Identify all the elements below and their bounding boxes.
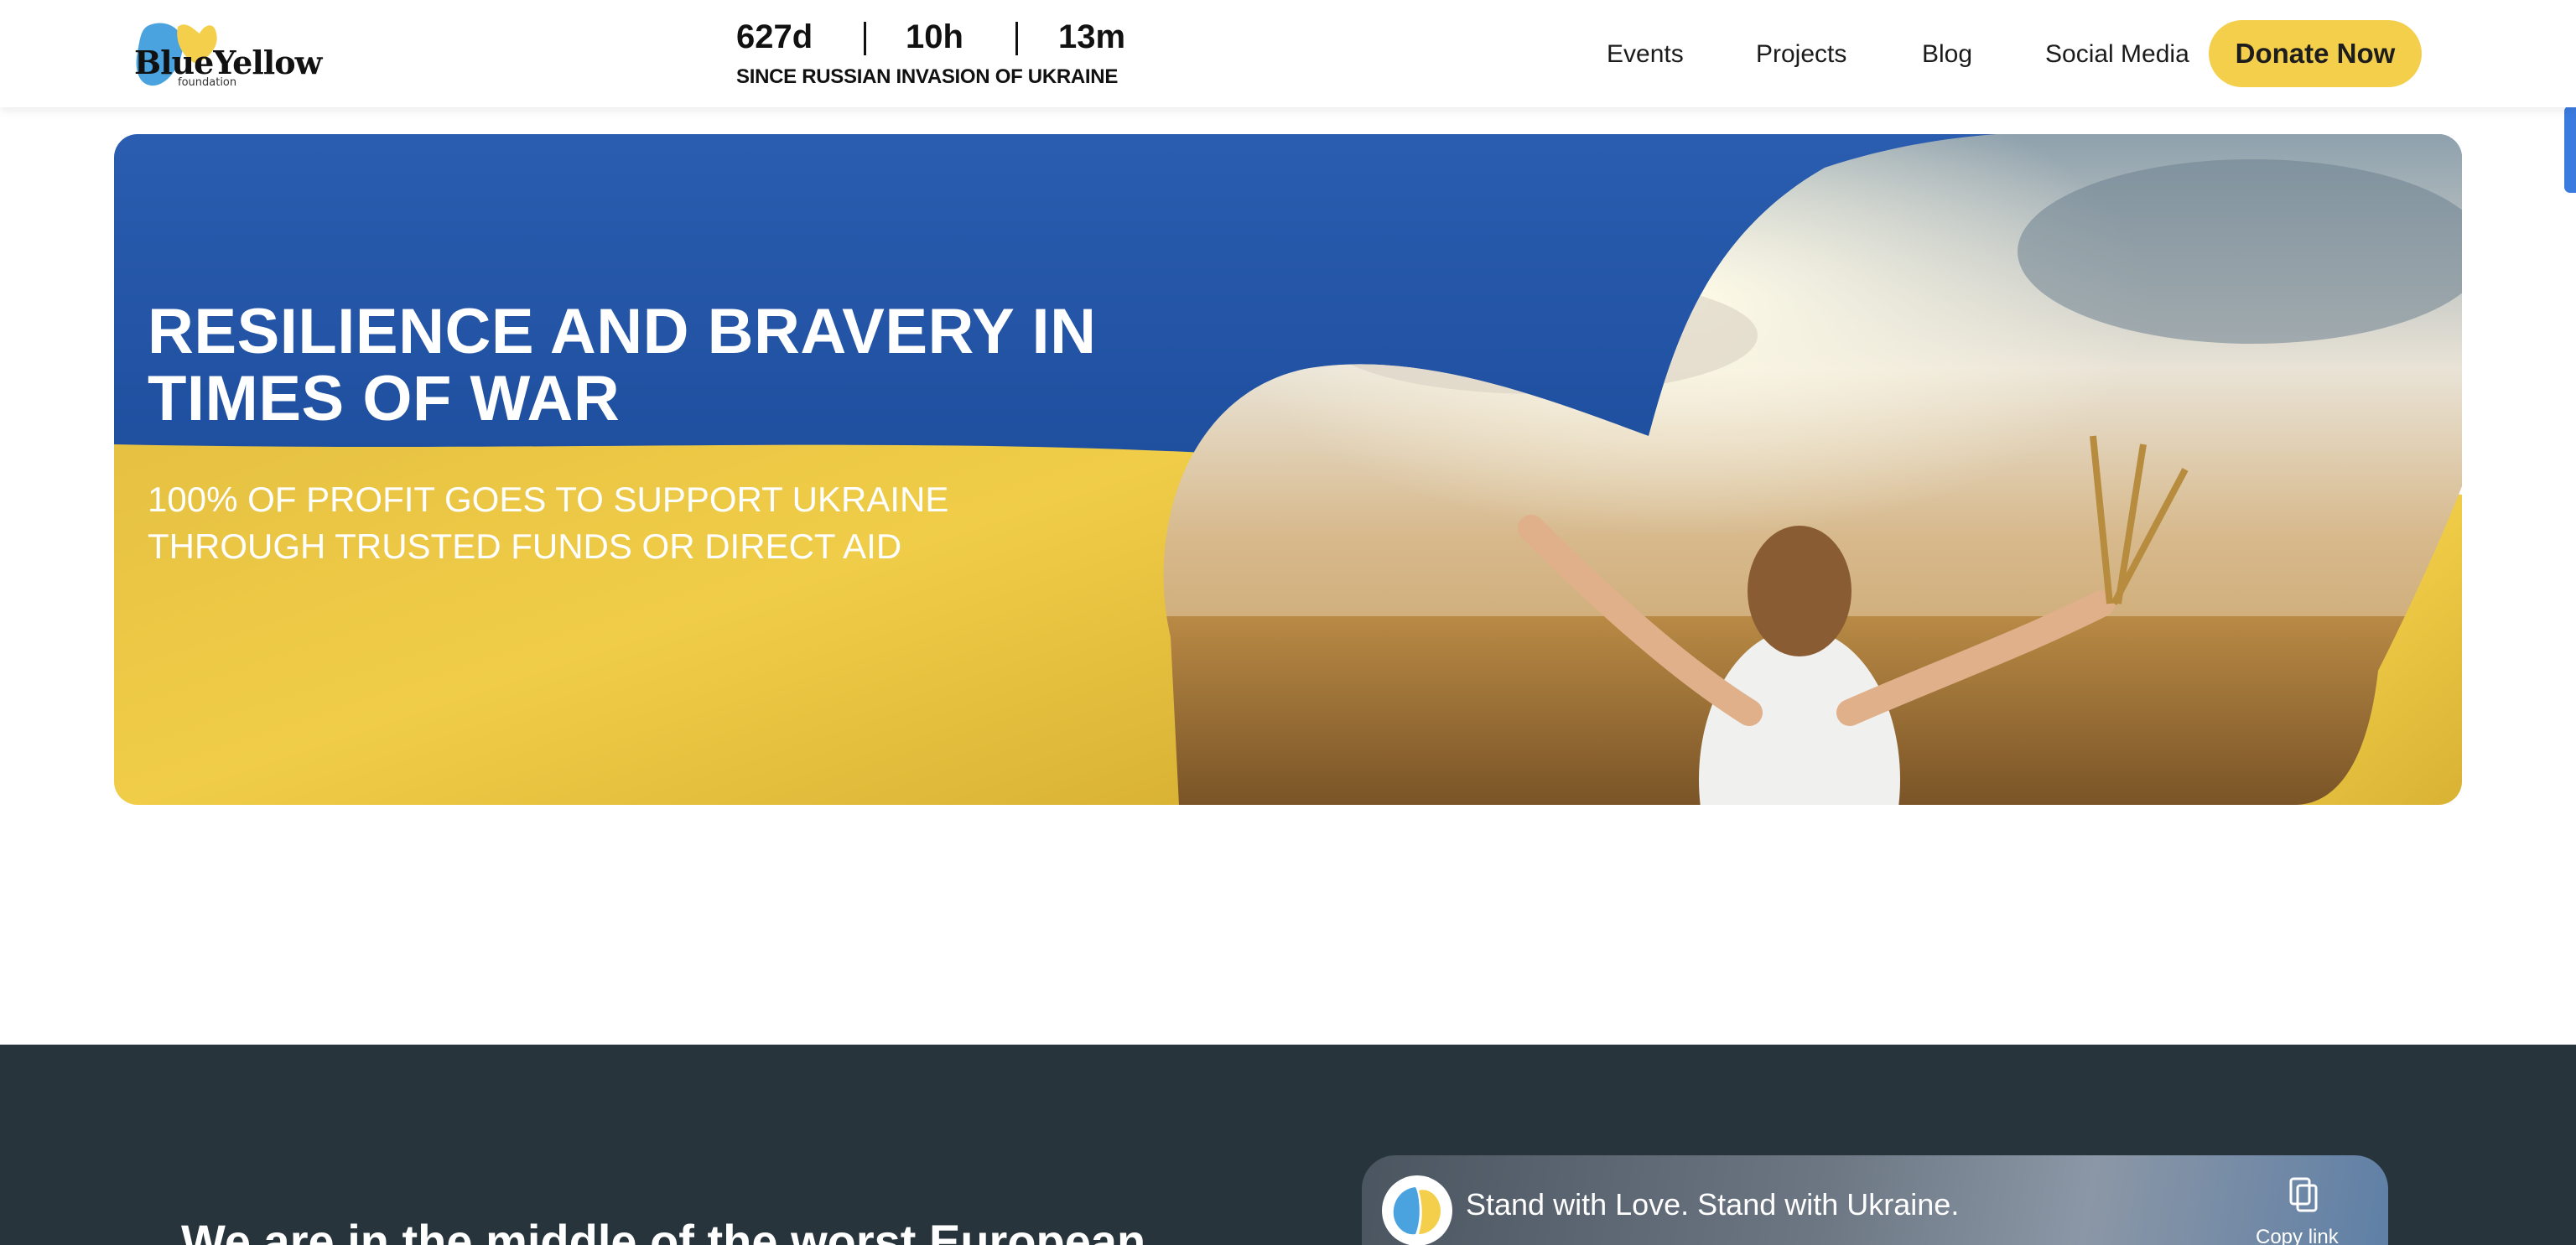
counter-days: 627d — [736, 18, 813, 55]
video-title[interactable]: Stand with Love. Stand with Ukraine. — [1466, 1187, 1959, 1222]
mission-heading: We are in the middle of the worst Europe… — [181, 1215, 1146, 1245]
copy-link-icon[interactable] — [2288, 1177, 2321, 1216]
video-embed[interactable]: Stand with Love. Stand with Ukraine. Cop… — [1362, 1155, 2388, 1245]
nav-projects[interactable]: Projects — [1756, 34, 1846, 75]
donate-now-button[interactable]: Donate Now — [2209, 20, 2422, 87]
mission-section: We are in the middle of the worst Europe… — [0, 1045, 2576, 1245]
copy-link-label[interactable]: Copy link — [2256, 1226, 2339, 1245]
nav-events[interactable]: Events — [1607, 34, 1684, 75]
nav-social-media[interactable]: Social Media — [2045, 34, 2189, 75]
hero-subtitle: 100% OF PROFIT GOES TO SUPPORT UKRAINE T… — [148, 480, 949, 566]
channel-logo-icon — [1382, 1175, 1452, 1245]
counter-caption: SINCE RUSSIAN INVASION OF UKRAINE — [736, 65, 1119, 88]
counter-hours: 10h — [906, 18, 963, 55]
counter-minutes: 13m — [1058, 18, 1126, 55]
hero-banner: RESILIENCE AND BRAVERY IN TIMES OF WAR 1… — [114, 134, 2462, 805]
hero-title: RESILIENCE AND BRAVERY IN TIMES OF WAR — [148, 296, 1097, 434]
logo-subtext: foundation — [178, 76, 237, 89]
nav-blog[interactable]: Blog — [1922, 34, 1972, 75]
counter-divider — [864, 22, 866, 55]
war-duration-counter: 627d 10h 13m SINCE RUSSIAN INVASION OF U… — [736, 18, 1130, 94]
scrollbar-thumb[interactable] — [2564, 106, 2576, 193]
hero-background-image — [114, 134, 2462, 805]
site-header: BlueYellow foundation 627d 10h 13m SINCE… — [0, 0, 2576, 107]
counter-divider — [1015, 22, 1018, 55]
